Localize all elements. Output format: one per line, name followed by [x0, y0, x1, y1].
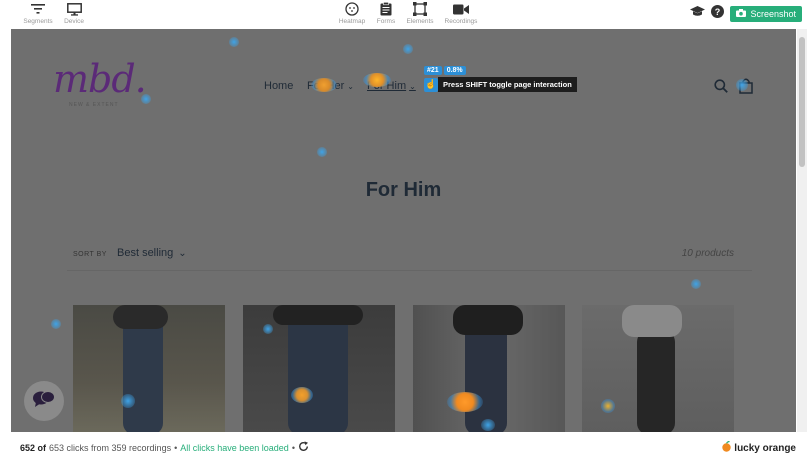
device-label: Device — [64, 18, 84, 25]
sort-select[interactable]: Best selling ⌄ — [117, 247, 187, 259]
recordings-label: Recordings — [444, 18, 478, 25]
clicks-summary: 653 clicks from 359 recordings — [49, 442, 172, 453]
video-icon — [453, 1, 469, 17]
heatmap-icon — [345, 1, 359, 17]
segments-label: Segments — [23, 18, 53, 25]
chevron-down-icon: ⌄ — [178, 248, 187, 259]
product-card[interactable] — [582, 305, 734, 432]
product-card[interactable] — [413, 305, 565, 432]
device-button[interactable]: Device — [52, 1, 96, 25]
heatmap-hotspot — [141, 94, 151, 104]
heatmap-hotspot — [736, 79, 748, 91]
search-icon[interactable] — [714, 79, 728, 98]
elements-icon — [413, 1, 427, 17]
chevron-down-icon: ⌄ — [347, 82, 354, 91]
brand-name: lucky orange — [734, 442, 796, 454]
heatmap-hotspot — [447, 392, 483, 412]
site-logo-tagline: NEW & EXTENT — [69, 102, 119, 108]
recorded-page-viewport[interactable]: mbd. NEW & EXTENT Home For Her⌄ For Him⌄… — [11, 29, 796, 432]
scrollbar-thumb[interactable] — [799, 37, 805, 167]
site-logo[interactable]: mbd. — [53, 57, 147, 101]
recordings-button[interactable]: Recordings — [439, 1, 483, 25]
camera-icon — [736, 9, 747, 19]
heatmap-hotspot — [51, 319, 61, 329]
orange-icon — [722, 440, 731, 455]
chat-bubbles-icon — [32, 390, 56, 413]
heatmap-hotspot — [691, 279, 701, 289]
product-image — [637, 330, 675, 432]
chevron-down-icon: ⌄ — [409, 82, 416, 91]
tooltip-message: Press SHIFT toggle page interaction — [438, 77, 577, 92]
brand-logo: lucky orange — [722, 440, 796, 455]
sort-by-label: SORT BY — [73, 251, 107, 258]
monitor-icon — [66, 1, 82, 17]
screenshot-label: Screenshot — [750, 9, 796, 19]
heatmap-hotspot — [291, 387, 313, 403]
element-id-badge: #21 — [424, 66, 442, 75]
nav-home[interactable]: Home — [264, 80, 293, 92]
heatmap-hotspot — [481, 419, 495, 431]
heatmap-hotspot — [311, 78, 337, 92]
screenshot-button[interactable]: Screenshot — [730, 6, 802, 22]
filter-icon — [31, 1, 45, 17]
product-image-detail — [453, 305, 523, 335]
clipboard-icon — [380, 1, 392, 17]
elements-button[interactable]: Elements — [398, 1, 442, 25]
click-percent-badge: 0.8% — [443, 66, 466, 75]
help-icon[interactable]: ? — [711, 5, 725, 23]
element-tooltip: #21 0.8% ☝ Press SHIFT toggle page inter… — [424, 66, 577, 92]
chat-button[interactable] — [24, 381, 64, 421]
heatmap-hotspot — [317, 147, 327, 157]
product-count: 10 products — [681, 248, 734, 259]
heatmap-hotspot — [121, 394, 135, 408]
elements-label: Elements — [406, 18, 434, 25]
pointer-hand-icon: ☝ — [424, 77, 438, 92]
heatmap-hotspot — [363, 73, 391, 87]
separator: • — [291, 442, 295, 453]
heatmap-hotspot — [601, 399, 615, 413]
bottom-status-bar: 652 of 653 clicks from 359 recordings • … — [0, 436, 810, 457]
page-title: For Him — [365, 179, 442, 201]
heatmap-hotspot — [403, 44, 413, 54]
sort-select-value: Best selling — [117, 247, 174, 259]
refresh-icon[interactable] — [298, 441, 309, 454]
product-image-detail — [273, 305, 363, 325]
product-card[interactable] — [73, 305, 225, 432]
divider — [67, 270, 752, 271]
load-status: All clicks have been loaded — [180, 442, 289, 453]
forms-label: Forms — [376, 18, 396, 25]
heatmap-label: Heatmap — [338, 18, 366, 25]
graduation-cap-icon[interactable] — [690, 5, 706, 23]
svg-text:?: ? — [715, 7, 721, 17]
heatmap-hotspot — [229, 37, 239, 47]
product-image-detail — [622, 305, 682, 337]
top-toolbar: Segments Device Heatmap Forms Elements R… — [0, 0, 810, 28]
separator: • — [174, 442, 178, 453]
product-image-detail — [113, 305, 168, 329]
vertical-scrollbar[interactable] — [797, 29, 807, 432]
heatmap-hotspot — [263, 324, 273, 334]
clicks-shown: 652 of — [20, 442, 47, 453]
